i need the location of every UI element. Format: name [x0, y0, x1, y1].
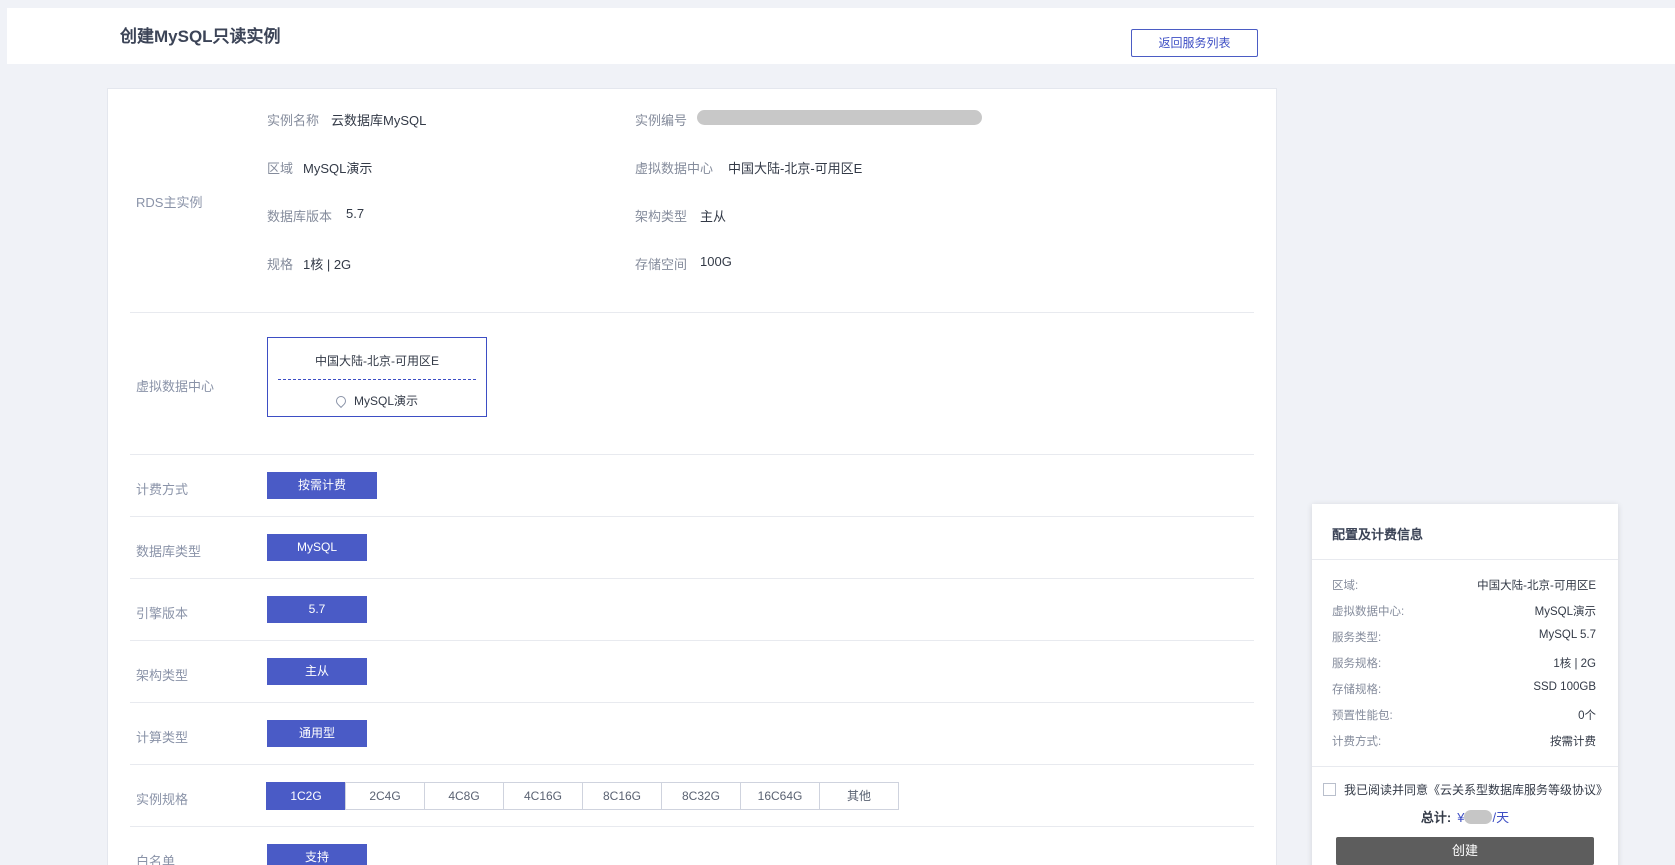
db-version-value: 5.7 [346, 206, 365, 221]
section-divider [130, 454, 1254, 455]
agreement-text[interactable]: 我已阅读并同意《云关系型数据库服务等级协议》 [1344, 783, 1608, 797]
architecture-option[interactable]: 主从 [267, 658, 367, 685]
spec-option-2c4g[interactable]: 2C4G [345, 782, 425, 810]
master-instance-label: RDS主实例 [136, 195, 203, 210]
summary-divider [1312, 766, 1618, 767]
spec-value: 1核 | 2G [303, 257, 352, 272]
currency-symbol: ¥ [1457, 810, 1465, 825]
summary-row-storage-spec: 存储规格: SSD 100GB [1332, 681, 1596, 699]
summary-title: 配置及计费信息 [1332, 527, 1424, 542]
region-key: 区域 [267, 161, 294, 176]
db-version-key: 数据库版本 [267, 209, 333, 224]
summary-value: 0个 [1578, 710, 1596, 722]
per-day-unit: /天 [1492, 810, 1510, 825]
summary-row-region: 区域: 中国大陆-北京-可用区E [1332, 577, 1596, 595]
summary-key: 计费方式: [1332, 736, 1382, 748]
vdc-card-region: MySQL演示 [268, 392, 486, 409]
spec-option-8c32g[interactable]: 8C32G [661, 782, 741, 810]
section-divider [130, 312, 1254, 313]
vdc-card-region-text: MySQL演示 [353, 394, 418, 408]
location-pin-icon [333, 393, 349, 409]
spec-option-4c16g[interactable]: 4C16G [503, 782, 583, 810]
instance-id-value-redacted [697, 110, 982, 125]
architecture-label: 架构类型 [136, 668, 189, 683]
spec-option-8c16g[interactable]: 8C16G [582, 782, 662, 810]
engine-version-label: 引擎版本 [136, 606, 189, 621]
vdc-card-divider [278, 379, 476, 380]
billing-label: 计费方式 [136, 482, 189, 497]
price-value-redacted [1464, 810, 1493, 824]
page-title: 创建MySQL只读实例 [120, 27, 281, 46]
whitelist-support-option[interactable]: 支持 [267, 844, 367, 865]
summary-key: 服务规格: [1332, 658, 1382, 670]
summary-row-service-spec: 服务规格: 1核 | 2G [1332, 655, 1596, 673]
total-label: 总计: [1420, 810, 1452, 825]
vdc-card-zone: 中国大陆-北京-可用区E [315, 354, 439, 368]
instance-name-value: 云数据库MySQL [331, 113, 427, 128]
summary-divider [1312, 559, 1618, 560]
summary-row-service-type: 服务类型: MySQL 5.7 [1332, 629, 1596, 647]
summary-row-vdc: 虚拟数据中心: MySQL演示 [1332, 603, 1596, 621]
instance-id-key: 实例编号 [635, 113, 688, 128]
summary-key: 虚拟数据中心: [1332, 606, 1405, 618]
summary-row-billing: 计费方式: 按需计费 [1332, 733, 1596, 751]
whitelist-label: 白名单 [136, 854, 176, 865]
summary-value: MySQL 5.7 [1538, 629, 1596, 641]
instance-spec-label: 实例规格 [136, 792, 189, 807]
section-divider [130, 826, 1254, 827]
vdc-value: 中国大陆-北京-可用区E [728, 161, 863, 176]
back-to-service-list-button[interactable]: 返回服务列表 [1131, 29, 1258, 57]
vdc-section-label: 虚拟数据中心 [136, 379, 215, 394]
summary-key: 服务类型: [1332, 632, 1382, 644]
storage-key: 存储空间 [635, 257, 688, 272]
storage-value: 100G [700, 254, 732, 269]
db-type-mysql-option[interactable]: MySQL [267, 534, 367, 561]
vdc-key: 虚拟数据中心 [635, 161, 714, 176]
section-divider [130, 578, 1254, 579]
agreement-checkbox[interactable] [1323, 783, 1336, 796]
section-divider [130, 516, 1254, 517]
summary-value: 按需计费 [1550, 736, 1596, 748]
spec-option-4c8g[interactable]: 4C8G [424, 782, 504, 810]
section-divider [130, 702, 1254, 703]
compute-type-label: 计算类型 [136, 730, 189, 745]
spec-key: 规格 [267, 257, 294, 272]
region-value: MySQL演示 [303, 161, 373, 176]
engine-version-option[interactable]: 5.7 [267, 596, 367, 623]
summary-value: MySQL演示 [1534, 606, 1596, 618]
billing-on-demand-option[interactable]: 按需计费 [267, 472, 377, 499]
summary-value: SSD 100GB [1533, 681, 1596, 693]
summary-key: 预置性能包: [1332, 710, 1393, 722]
arch-type-key: 架构类型 [635, 209, 688, 224]
section-divider [130, 764, 1254, 765]
compute-type-option[interactable]: 通用型 [267, 720, 367, 747]
summary-key: 区域: [1332, 580, 1359, 592]
instance-spec-options: 1C2G 2C4G 4C8G 4C16G 8C16G 8C32G 16C64G … [266, 782, 899, 810]
summary-value: 1核 | 2G [1553, 658, 1596, 670]
summary-row-performance-pack: 预置性能包: 0个 [1332, 707, 1596, 725]
vdc-card[interactable]: 中国大陆-北京-可用区E MySQL演示 [267, 337, 487, 417]
arch-type-value: 主从 [700, 209, 727, 224]
spec-option-16c64g[interactable]: 16C64G [740, 782, 820, 810]
agreement-row: 我已阅读并同意《云关系型数据库服务等级协议》 [1323, 781, 1608, 798]
total-price: 总计: ¥ /天 [1312, 807, 1618, 826]
section-divider [130, 640, 1254, 641]
summary-key: 存储规格: [1332, 684, 1382, 696]
create-button[interactable]: 创建 [1336, 837, 1594, 865]
billing-summary-panel: 配置及计费信息 区域: 中国大陆-北京-可用区E 虚拟数据中心: MySQL演示… [1312, 504, 1618, 865]
summary-value: 中国大陆-北京-可用区E [1477, 580, 1596, 592]
spec-option-1c2g[interactable]: 1C2G [266, 782, 346, 810]
instance-name-key: 实例名称 [267, 113, 320, 128]
spec-option-other[interactable]: 其他 [819, 782, 899, 810]
db-type-label: 数据库类型 [136, 544, 202, 559]
